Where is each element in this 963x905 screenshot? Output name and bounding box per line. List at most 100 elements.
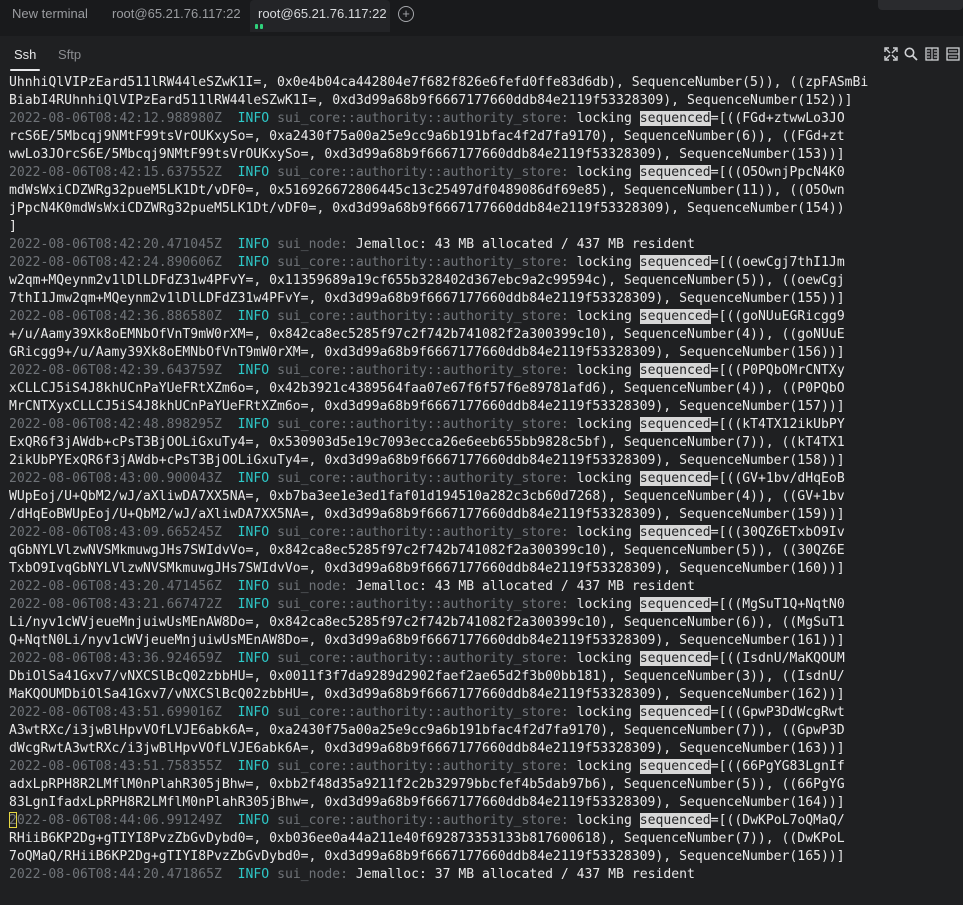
log-text: Q+NqtN0Li/nyv1cWVjeueMnjuiwUsMEnAW8Do=, … xyxy=(9,633,845,648)
log-level: INFO xyxy=(237,471,270,486)
log-level: INFO xyxy=(237,165,270,180)
log-text: =[((oewCgj7thI1Jm xyxy=(710,255,845,270)
search-match: sequenced xyxy=(639,417,711,432)
log-text: =[((GpwP3DdWcgRwt xyxy=(710,705,845,720)
log-level: INFO xyxy=(237,759,270,774)
log-message: Jemalloc: 43 MB allocated / 437 MB resid… xyxy=(355,579,695,594)
log-text: rcS6E/5Mbcqj9NMtF99tsVrOUKxySo=, 0xa2430… xyxy=(9,129,845,144)
terminal-line: 2022-08-06T08:42:24.890606Z INFO sui_cor… xyxy=(9,254,845,272)
log-message: Jemalloc: 37 MB allocated / 437 MB resid… xyxy=(355,867,695,882)
terminal-line: WUpEoj/U+QbM2/wJ/aXliwDA7XX5NA=, 0xb7ba3… xyxy=(9,488,845,506)
fullscreen-icon[interactable] xyxy=(884,47,898,61)
terminal-line: /dHqEoBWUpEoj/U+QbM2/wJ/aXliwDA7XX5NA=, … xyxy=(9,506,845,524)
split-horizontal-icon[interactable] xyxy=(925,47,939,61)
terminal-line: 2022-08-06T08:43:20.471456Z INFO sui_nod… xyxy=(9,578,695,596)
log-message: locking xyxy=(576,651,632,666)
terminal-line: ExQR6f3jAWdb+cPsT3BjOOLiGxuTy4=, 0x53090… xyxy=(9,434,845,452)
terminal-line: +/u/Aamy39Xk8oEMNbOfVnT9mW0rXM=, 0x842ca… xyxy=(9,326,845,344)
tab-server-1[interactable]: root@65.21.76.117:22 xyxy=(104,0,248,32)
terminal-line: 2022-08-06T08:42:39.643759Z INFO sui_cor… xyxy=(9,362,845,380)
terminal-line: GRicgg9+/u/Aamy39Xk8oEMNbOfVnT9mW0rXM=, … xyxy=(9,344,845,362)
terminal-line: 2022-08-06T08:42:12.988980Z INFO sui_cor… xyxy=(9,110,845,128)
log-text: MaKQOUMDbiOlSa41Gxv7/vNXCSlBcQ02zbbHU=, … xyxy=(9,687,845,702)
log-level: INFO xyxy=(237,417,270,432)
log-timestamp: 2022-08-06T08:42:12.988980Z xyxy=(9,111,222,126)
search-match: sequenced xyxy=(639,651,711,666)
log-text: 7oQMaQ/RHiiB6KP2Dg+gTIYI8PvzZbGvDybd0=, … xyxy=(9,849,845,864)
tab-server-2[interactable]: root@65.21.76.117:22 xyxy=(250,0,390,32)
log-timestamp: 2022-08-06T08:44:20.471865Z xyxy=(9,867,222,882)
log-message: locking xyxy=(576,363,632,378)
log-text: =[((GV+1bv/dHqEoB xyxy=(710,471,845,486)
terminal-line: MaKQOUMDbiOlSa41Gxv7/vNXCSlBcQ02zbbHU=, … xyxy=(9,686,845,704)
terminal-output[interactable]: UhnhiQlVIPzEard511lRW44leSZwK1I=, 0x0e4b… xyxy=(0,74,963,905)
terminal-line: TxbO9IvqGbNYLVlzwNVSMkmuwgJHs7SWIdvVo=, … xyxy=(9,560,845,578)
log-message: Jemalloc: 43 MB allocated / 437 MB resid… xyxy=(355,237,695,252)
log-message: locking xyxy=(576,111,632,126)
log-text: UhnhiQlVIPzEard511lRW44leSZwK1I=, 0x0e4b… xyxy=(9,75,869,90)
log-module: sui_core::authority::authority_store: xyxy=(277,309,569,324)
search-icon[interactable] xyxy=(904,47,918,61)
log-level: INFO xyxy=(237,651,270,666)
search-match: sequenced xyxy=(639,309,711,324)
log-timestamp: 2022-08-06T08:43:51.758355Z xyxy=(9,759,222,774)
log-message: locking xyxy=(576,759,632,774)
log-text: =[((P0PQbOMrCNTXy xyxy=(710,363,845,378)
search-match: sequenced xyxy=(639,255,711,270)
log-timestamp: 2022-08-06T08:44:06.991249Z xyxy=(9,813,222,828)
search-match: sequenced xyxy=(639,597,711,612)
terminal-line: mdWsWxiCDZWRg32pueM5LK1Dt/vDF0=, 0x51692… xyxy=(9,182,845,200)
session-tab-bar: Ssh Sftp xyxy=(0,36,963,74)
split-vertical-icon[interactable] xyxy=(946,47,960,61)
log-level: INFO xyxy=(237,255,270,270)
log-text: MrCNTXyxCLLCJ5iS4J8khUCnPaYUeFRtXZm6o=, … xyxy=(9,399,845,414)
log-text: TxbO9IvqGbNYLVlzwNVSMkmuwgJHs7SWIdvVo=, … xyxy=(9,561,845,576)
terminal-line: dWcgRwtA3wtRXc/i3jwBlHpvVOfLVJE6abk6A=, … xyxy=(9,740,845,758)
log-message: locking xyxy=(576,417,632,432)
terminal-line: rcS6E/5Mbcqj9NMtF99tsVrOUKxySo=, 0xa2430… xyxy=(9,128,845,146)
tab-sftp[interactable]: Sftp xyxy=(58,47,81,62)
terminal-line: 2022-08-06T08:43:51.699016Z INFO sui_cor… xyxy=(9,704,845,722)
terminal-tab-bar: New terminal root@65.21.76.117:22 root@6… xyxy=(0,0,963,36)
log-module: sui_core::authority::authority_store: xyxy=(277,471,569,486)
log-text: /dHqEoBWUpEoj/U+QbM2/wJ/aXliwDA7XX5NA=, … xyxy=(9,507,845,522)
log-text: =[((goNUuEGRicgg9 xyxy=(710,309,845,324)
terminal-line: DbiOlSa41Gxv7/vNXCSlBcQ02zbbHU=, 0x0011f… xyxy=(9,668,845,686)
log-text: =[((DwKPoL7oQMaQ/ xyxy=(710,813,845,828)
terminal-line: 7thI1Jmw2qm+MQeynm2v1lDlLDFdZ31w4PFvY=, … xyxy=(9,290,845,308)
terminal-line: 2022-08-06T08:43:09.665245Z INFO sui_cor… xyxy=(9,524,845,542)
log-text: 7thI1Jmw2qm+MQeynm2v1lDlLDFdZ31w4PFvY=, … xyxy=(9,291,845,306)
terminal-line: 2022-08-06T08:43:36.924659Z INFO sui_cor… xyxy=(9,650,845,668)
log-timestamp: 2022-08-06T08:43:51.699016Z xyxy=(9,705,222,720)
window-control-area xyxy=(878,0,963,10)
log-level: INFO xyxy=(237,237,270,252)
tab-new-terminal[interactable]: New terminal xyxy=(4,0,104,32)
tab-label: root@65.21.76.117:22 xyxy=(258,6,387,21)
log-module: sui_core::authority::authority_store: xyxy=(277,813,569,828)
log-text: =[((30QZ6ETxbO9Iv xyxy=(710,525,845,540)
log-text: mdWsWxiCDZWRg32pueM5LK1Dt/vDF0=, 0x51692… xyxy=(9,183,845,198)
log-message: locking xyxy=(576,597,632,612)
log-text: A3wtRXc/i3jwBlHpvVOfLVJE6abk6A=, 0xa2430… xyxy=(9,723,845,738)
log-text: RHiiB6KP2Dg+gTIYI8PvzZbGvDybd0=, 0xb036e… xyxy=(9,831,845,846)
add-tab-icon[interactable]: + xyxy=(398,6,414,22)
log-module: sui_core::authority::authority_store: xyxy=(277,255,569,270)
tab-ssh[interactable]: Ssh xyxy=(14,47,36,62)
log-timestamp: 2022-08-06T08:43:00.900043Z xyxy=(9,471,222,486)
log-text: xCLLCJ5iS4J8khUCnPaYUeFRtXZm6o=, 0x42b39… xyxy=(9,381,845,396)
log-text: ExQR6f3jAWdb+cPsT3BjOOLiGxuTy4=, 0x53090… xyxy=(9,435,845,450)
terminal-line: 2022-08-06T08:43:21.667472Z INFO sui_cor… xyxy=(9,596,845,614)
log-text: =[((MgSuT1Q+NqtN0 xyxy=(710,597,845,612)
active-tab-indicator xyxy=(10,69,40,71)
terminal-line: 83LgnIfadxLpRPH8R2LMflM0nPlahR305jBhw=, … xyxy=(9,794,845,812)
log-text: BiabI4RUhnhiQlVIPzEard511lRW44leSZwK1I=,… xyxy=(9,93,853,108)
log-text: qGbNYLVlzwNVSMkmuwgJHs7SWIdvVo=, 0x842ca… xyxy=(9,543,845,558)
terminal-line: xCLLCJ5iS4J8khUCnPaYUeFRtXZm6o=, 0x42b39… xyxy=(9,380,845,398)
log-text: w2qm+MQeynm2v1lDlLDFdZ31w4PFvY=, 0x11359… xyxy=(9,273,845,288)
log-level: INFO xyxy=(237,705,270,720)
search-match: sequenced xyxy=(639,525,711,540)
terminal-line: 2022-08-06T08:43:00.900043Z INFO sui_cor… xyxy=(9,470,845,488)
log-message: locking xyxy=(576,309,632,324)
terminal-line: 2022-08-06T08:44:20.471865Z INFO sui_nod… xyxy=(9,866,695,884)
log-text: dWcgRwtA3wtRXc/i3jwBlHpvVOfLVJE6abk6A=, … xyxy=(9,741,845,756)
